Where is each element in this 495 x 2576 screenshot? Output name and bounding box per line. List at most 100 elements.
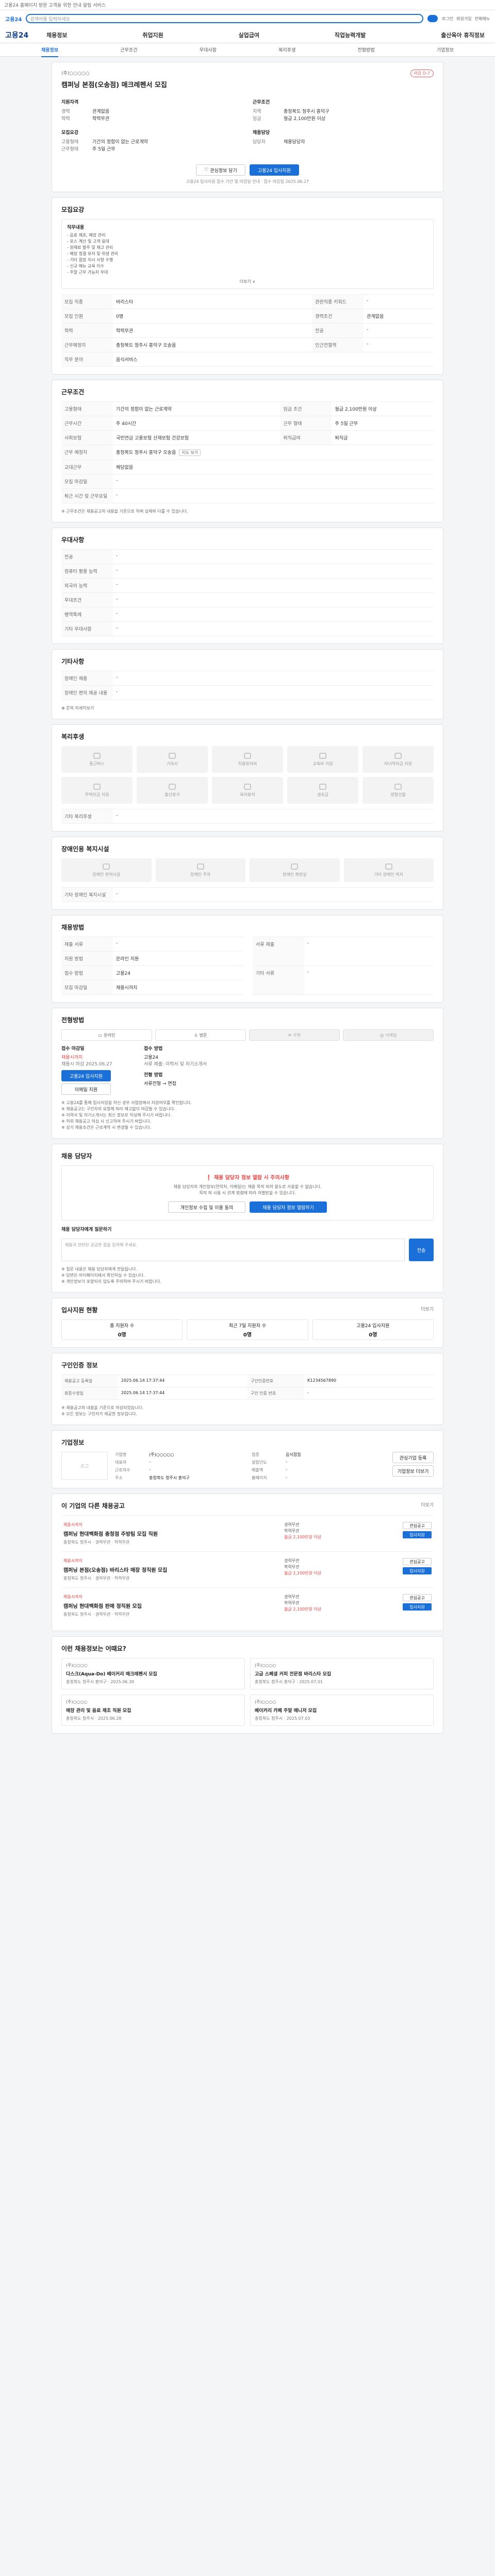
search-row: 고용24 검색어를 입력하세요 로그인 회원가입 전체메뉴 <box>0 10 495 27</box>
corp-logo: 로고 <box>61 1452 108 1480</box>
duties-more-button[interactable]: 더보기 ∨ <box>67 279 428 284</box>
all-menu-link[interactable]: 전체메뉴 <box>475 16 490 22</box>
table-row: 교대근무 해당없음 <box>61 460 434 474</box>
info-table: 채용공고 등록일 2025.06.14 17:37:44 구인인증번호 K123456… <box>61 1375 434 1400</box>
welfare-label: 출산휴가 <box>164 792 180 797</box>
welfare-item: 기숙사 <box>137 746 208 773</box>
cell-value: - <box>113 578 434 593</box>
login-link[interactable]: 로그인 <box>442 16 453 22</box>
prefer-section: 우대사항 전공 - 컴퓨터 활용 능력 - 외국어 능력 - 우대조건 - 병역특례 - … <box>52 528 443 644</box>
gnb-item-support[interactable]: 취업지원 <box>142 31 163 39</box>
consent-button[interactable]: 개인정보 수집 및 이용 동의 <box>168 1201 245 1213</box>
cell-value: 0명 <box>113 309 312 324</box>
cell-key: 전공 <box>61 549 113 564</box>
item-title[interactable]: 캠퍼닝 본점(오송점) 바리스타 매장 정직원 모집 <box>63 1566 279 1573</box>
job-actions: ♡ 관심정보 담기 고용24 입사지원 <box>61 164 434 176</box>
apply-methods: ▭ 온라인 ♙ 방문 ✉ 우편 @ 이메일 <box>61 1029 434 1041</box>
cell-value: - <box>364 323 434 338</box>
info-notes: ※ 채용공고의 내용을 기준으로 작성되었습니다. ※ 모든 정보는 구인자가 … <box>61 1405 434 1417</box>
table-row: 기타 우대사항 - <box>61 621 434 636</box>
cell-value: 주 5일 근무 <box>332 416 434 431</box>
tab-conditions[interactable]: 근무조건 <box>120 46 137 53</box>
rec-title[interactable]: 다스크(Aqua-Do) 베이커리 매크레펜서 모집 <box>66 1670 240 1677</box>
recommend-card[interactable]: (주)○○○○ 다스크(Aqua-Do) 베이커리 매크레펜서 모집 충청북도 … <box>61 1658 245 1689</box>
rec-company: (주)○○○○ <box>255 1700 276 1704</box>
cell-value: - <box>304 965 434 995</box>
search-input[interactable]: 검색어를 입력하세요 <box>26 14 423 23</box>
email-apply-button[interactable]: 이메일 지원 <box>61 1083 111 1095</box>
note-item: ※ 모든 정보는 구인자가 제공한 정보입니다. <box>61 1412 138 1416</box>
monitor-icon: ▭ <box>98 1032 103 1038</box>
inquiry-textarea[interactable]: 채용과 관련된 궁금한 점을 입력해 주세요. <box>61 1239 405 1261</box>
accessibility-icon <box>385 863 392 870</box>
site-logo[interactable]: 고용24 <box>5 15 22 23</box>
disabled-welfare-label: 기타 장애인 복지 <box>374 872 404 877</box>
list-item[interactable]: 채용시까지 캠퍼닝 현대백화점 판매 정직원 모집 충청북도 청주시 · 경력무… <box>61 1587 434 1623</box>
list-item[interactable]: 채용시까지 캠퍼닝 현대백화점 충청점 주방팀 모집 직원 충청북도 청주시 ·… <box>61 1515 434 1551</box>
item-like-button[interactable]: 관심공고 <box>403 1522 432 1529</box>
prefer-table: 전공 - 컴퓨터 활용 능력 - 외국어 능력 - 우대조건 - 병역특례 - 기타 우대… <box>61 549 434 636</box>
cell-key: 모집 인원 <box>61 309 113 324</box>
tab-corp[interactable]: 기업정보 <box>437 46 454 53</box>
rec-title[interactable]: 베이커리 카페 주말 매니저 모집 <box>255 1707 429 1714</box>
cell-value: 퇴직금 <box>332 430 434 445</box>
extra-info-more-button[interactable]: ⊕ 문의 자세히보기 <box>61 705 434 711</box>
rec-meta: 충청북도 청주시 흥덕구 · 2025.07.01 <box>255 1680 323 1684</box>
item-title[interactable]: 캠퍼닝 현대백화점 판매 정직원 모집 <box>63 1602 279 1609</box>
gnb-item-leave[interactable]: 출산육아 휴직정보 <box>441 31 485 39</box>
view-contact-button[interactable]: 채용 담당자 정보 열람하기 <box>250 1201 327 1213</box>
tab-prefer[interactable]: 우대사항 <box>200 46 217 53</box>
cell-key: 근무시간 <box>61 416 113 431</box>
welfare-label: 기숙사 <box>166 761 178 766</box>
cell-value: K1234567890 <box>304 1375 434 1387</box>
recommend-card[interactable]: (주)○○○○ 고급 스페셜 커피 전문점 바리스타 모집 충청북도 청주시 흥… <box>250 1658 434 1689</box>
stat-label: 고용24 입사지원 <box>356 1323 390 1329</box>
cell-value: 온라인 지원 <box>113 951 242 966</box>
cell-key: 서류 제출 <box>253 937 304 966</box>
others-more-link[interactable]: 더보기 <box>421 1501 434 1515</box>
note-item: ※ 이력서 및 자기소개서는 최신 정보로 작성해 주시기 바랍니다. <box>61 1113 172 1117</box>
tab-recruit[interactable]: 채용정보 <box>41 46 59 57</box>
like-corp-button[interactable]: 관심기업 등록 <box>392 1452 434 1463</box>
tab-process[interactable]: 전형방법 <box>358 46 375 53</box>
cell-value: - <box>113 671 434 686</box>
gnb-item-benefit[interactable]: 실업급여 <box>238 31 259 39</box>
apply-button[interactable]: 고용24 입사지원 <box>250 164 299 176</box>
recommend-card[interactable]: (주)○○○○ 베이커리 카페 주말 매니저 모집 충청북도 청주시 · 202… <box>250 1694 434 1726</box>
gnb-item-training[interactable]: 직업능력개발 <box>335 31 366 39</box>
welfare-label: 명절선물 <box>390 792 406 797</box>
send-button[interactable]: 전송 <box>409 1239 434 1261</box>
item-like-button[interactable]: 관심공고 <box>403 1594 432 1601</box>
kv-value: 주 5일 근무 <box>92 147 116 152</box>
corp-body: 로고 기업명 (주)○○○○○ 업종 음식점업 대표자 - 설립년도 - 근로자수 - 매… <box>61 1452 434 1481</box>
summary-left-heading: 지원자격 <box>61 100 79 105</box>
rec-title[interactable]: 고급 스페셜 커피 전문점 바리스타 모집 <box>255 1670 429 1677</box>
house-icon <box>169 752 176 759</box>
apply-online-button[interactable]: 고용24 입사지원 <box>61 1070 111 1081</box>
item-apply-button[interactable]: 입사지원 <box>403 1531 432 1538</box>
corp-actions: 관심기업 등록 기업정보 더보기 <box>392 1452 434 1481</box>
status-more-link[interactable]: 더보기 <box>421 1306 434 1319</box>
map-button[interactable]: 지도 보기 <box>179 449 201 456</box>
list-item[interactable]: 채용시까지 캠퍼닝 본점(오송점) 바리스타 매장 정직원 모집 충청북도 청주… <box>61 1551 434 1587</box>
tab-welfare[interactable]: 복리후생 <box>278 46 295 53</box>
like-button[interactable]: ♡ 관심정보 담기 <box>196 164 245 176</box>
item-apply-button[interactable]: 입사지원 <box>403 1603 432 1611</box>
join-link[interactable]: 회원가입 <box>456 16 471 22</box>
gnb-item-jobs[interactable]: 채용정보 <box>46 31 67 39</box>
gnb-brand[interactable]: 고용24 <box>5 30 46 40</box>
cell-key: 사회보험 <box>61 430 113 445</box>
duties-list: - 음료 제조, 매장 관리 - 포스 계산 및 고객 응대 - 원재료 발주 … <box>67 232 428 276</box>
search-icon[interactable] <box>427 15 438 22</box>
recommend-card[interactable]: (주)○○○○ 매장 관리 및 음료 제조 직원 모집 충청북도 청주시 · 2… <box>61 1694 245 1726</box>
contact-actions: 개인정보 수집 및 이용 동의 채용 담당자 정보 열람하기 <box>69 1201 426 1213</box>
detail-line: 학력무관 <box>284 1601 300 1605</box>
duty-item: - 원재료 발주 및 재고 관리 <box>67 245 113 250</box>
item-like-button[interactable]: 관심공고 <box>403 1558 432 1565</box>
kv-value: 기간의 정함이 없는 근로계약 <box>92 140 148 145</box>
item-apply-button[interactable]: 입사지원 <box>403 1567 432 1574</box>
cell-value: - <box>113 937 242 952</box>
item-title[interactable]: 캠퍼닝 현대백화점 충청점 주방팀 모집 직원 <box>63 1530 279 1537</box>
corp-more-button[interactable]: 기업정보 더보기 <box>392 1465 434 1477</box>
rec-title[interactable]: 매장 관리 및 음료 제조 직원 모집 <box>66 1707 240 1714</box>
